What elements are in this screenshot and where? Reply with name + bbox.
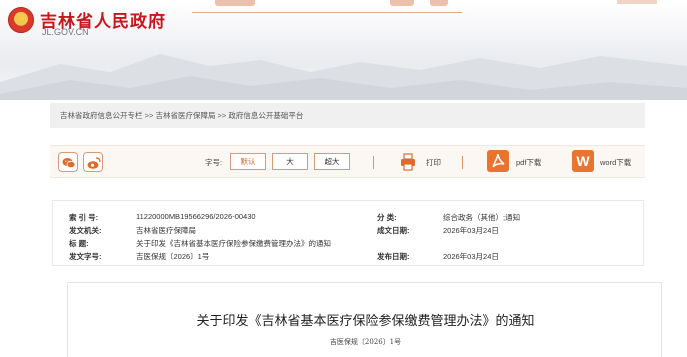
breadcrumb-item[interactable]: 吉林省政府信息公开专栏 bbox=[60, 111, 143, 120]
created-date-value: 2026年03月24日 bbox=[443, 226, 499, 235]
separator bbox=[462, 156, 463, 169]
breadcrumb-separator: >> bbox=[144, 111, 154, 120]
document-body: 关于印发《吉林省基本医疗保险参保缴费管理办法》的通知 吉医保规〔2026〕1号 bbox=[67, 282, 662, 357]
nav-decoration bbox=[215, 0, 255, 6]
title-label: 标 题: bbox=[69, 239, 89, 248]
category-value: 综合政务（其他）;通知 bbox=[443, 213, 521, 222]
document-title: 关于印发《吉林省基本医疗保险参保缴费管理办法》的通知 bbox=[196, 314, 535, 329]
breadcrumb-bar: 吉林省政府信息公开专栏 >> 吉林省医疗保障局 >> 政府信息公开基础平台 bbox=[50, 103, 645, 128]
nav-decoration bbox=[390, 0, 414, 6]
created-date-label: 成文日期: bbox=[377, 226, 410, 235]
pdf-download-button[interactable]: pdf下载 bbox=[516, 157, 541, 168]
document-number: 吉医保规〔2026〕1号 bbox=[329, 338, 402, 346]
index-value: 11220000MB19566296/2026-00430 bbox=[136, 212, 256, 221]
breadcrumb: 吉林省政府信息公开专栏 >> 吉林省医疗保障局 >> 政府信息公开基础平台 bbox=[60, 110, 303, 121]
site-domain: JL.GOV.CN bbox=[42, 27, 89, 37]
breadcrumb-separator: >> bbox=[217, 111, 227, 120]
publish-date-value: 2026年03月24日 bbox=[443, 252, 499, 261]
national-emblem-logo[interactable]: ★ bbox=[8, 7, 34, 33]
index-label: 索 引 号: bbox=[69, 213, 99, 222]
issuer-label: 发文机关: bbox=[69, 226, 102, 235]
issuer-value: 吉林省医疗保障局 bbox=[136, 226, 196, 235]
article-toolbar: 字号: 默认 大 超大 打印 pdf下载 W word下载 bbox=[50, 145, 645, 178]
publish-date-label: 发布日期: bbox=[377, 252, 410, 261]
font-default-button[interactable]: 默认 bbox=[230, 153, 266, 170]
word-icon[interactable]: W bbox=[572, 150, 594, 172]
mountain-banner bbox=[0, 54, 687, 100]
printer-icon[interactable] bbox=[400, 153, 416, 171]
font-size-label: 字号: bbox=[205, 158, 223, 167]
print-button[interactable]: 打印 bbox=[426, 157, 441, 168]
breadcrumb-item[interactable]: 政府信息公开基础平台 bbox=[228, 111, 303, 120]
word-download-button[interactable]: word下载 bbox=[600, 157, 631, 168]
doc-number-value: 吉医保规〔2026〕1号 bbox=[136, 252, 210, 261]
header-line bbox=[192, 12, 462, 13]
pdf-icon[interactable] bbox=[487, 150, 509, 172]
font-large-button[interactable]: 大 bbox=[272, 153, 308, 170]
separator bbox=[373, 156, 374, 169]
wechat-share-icon[interactable] bbox=[58, 152, 78, 172]
nav-decoration bbox=[617, 0, 657, 4]
site-header: ★ 吉林省人民政府 JL.GOV.CN bbox=[0, 0, 687, 100]
title-value: 关于印发《吉林省基本医疗保险参保缴费管理办法》的通知 bbox=[136, 239, 331, 248]
breadcrumb-item[interactable]: 吉林省医疗保障局 bbox=[155, 111, 215, 120]
category-label: 分 类: bbox=[377, 213, 397, 222]
nav-decoration bbox=[430, 0, 448, 6]
weibo-share-icon[interactable] bbox=[83, 152, 103, 172]
font-xlarge-button[interactable]: 超大 bbox=[314, 153, 350, 170]
doc-number-label: 发文字号: bbox=[69, 252, 102, 261]
document-metadata-table: 索 引 号: 11220000MB19566296/2026-00430 分 类… bbox=[52, 200, 644, 266]
